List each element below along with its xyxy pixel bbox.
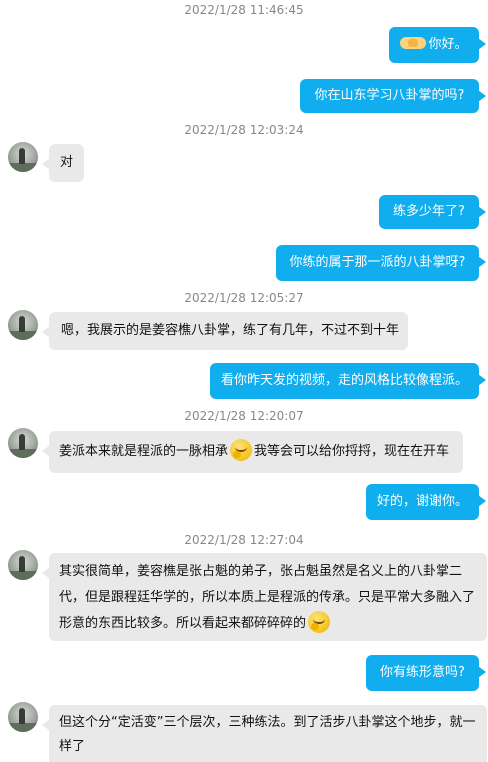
outgoing-message[interactable]: 好的，谢谢你。 (366, 484, 486, 520)
incoming-message[interactable]: 对 (42, 144, 84, 182)
outgoing-message[interactable]: 你好。 (389, 27, 486, 63)
contact-avatar[interactable] (8, 142, 38, 172)
timestamp: 2022/1/28 12:03:24 (184, 123, 304, 137)
outgoing-message[interactable]: 你在山东学习八卦掌的吗? (300, 79, 486, 113)
message-text: 对 (59, 155, 73, 170)
incoming-message[interactable]: 但这个分“定活变”三个层次，三种练法。到了活步八卦掌这个地步，就一样了 (42, 705, 487, 762)
message-text: 你在山东学习八卦掌的吗? (314, 88, 465, 103)
handshake-icon (400, 33, 427, 53)
message-text: 练多少年了? (393, 204, 465, 219)
timestamp: 2022/1/28 12:27:04 (184, 533, 304, 547)
timestamp: 2022/1/28 12:20:07 (184, 409, 304, 423)
outgoing-message[interactable]: 练多少年了? (379, 195, 486, 229)
contact-avatar[interactable] (8, 550, 38, 580)
contact-avatar[interactable] (8, 428, 38, 458)
outgoing-message[interactable]: 你练的属于那一派的八卦掌呀? (276, 245, 486, 281)
message-text: 你好。 (428, 37, 468, 52)
message-text: 看你昨天发的视频，走的风格比较像程派。 (220, 373, 468, 388)
message-text: 你练的属于那一派的八卦掌呀? (289, 255, 466, 270)
incoming-message[interactable]: 姜派本来就是程派的一脉相承 我等会可以给你捋捋，现在在开车 (42, 431, 463, 473)
timestamp: 2022/1/28 12:05:27 (184, 291, 304, 305)
message-text: 你有练形意吗? (380, 665, 465, 680)
message-text: 姜派本来就是程派的一脉相承 (59, 444, 229, 459)
contact-avatar[interactable] (8, 310, 38, 340)
outgoing-message[interactable]: 你有练形意吗? (366, 655, 486, 691)
pensive-face-icon (230, 439, 253, 461)
message-text: 我等会可以给你捋捋，现在在开车 (254, 444, 450, 459)
contact-avatar[interactable] (8, 702, 38, 732)
message-text: 好的，谢谢你。 (376, 494, 468, 509)
outgoing-message[interactable]: 看你昨天发的视频，走的风格比较像程派。 (210, 363, 486, 399)
timestamp: 2022/1/28 11:46:45 (184, 3, 304, 17)
message-text: 但这个分“定活变”三个层次，三种练法。到了活步八卦掌这个地步，就一样了 (59, 715, 476, 754)
pensive-face-icon (308, 611, 331, 633)
incoming-message[interactable]: 嗯，我展示的是姜容樵八卦掌，练了有几年，不过不到十年 (42, 312, 408, 350)
message-text: 嗯，我展示的是姜容樵八卦掌，练了有几年，不过不到十年 (61, 323, 400, 338)
incoming-message[interactable]: 其实很简单，姜容樵是张占魁的弟子，张占魁虽然是名义上的八卦掌二代，但是跟程廷华学… (42, 553, 487, 641)
message-text: 其实很简单，姜容樵是张占魁的弟子，张占魁虽然是名义上的八卦掌二代，但是跟程廷华学… (59, 564, 476, 631)
